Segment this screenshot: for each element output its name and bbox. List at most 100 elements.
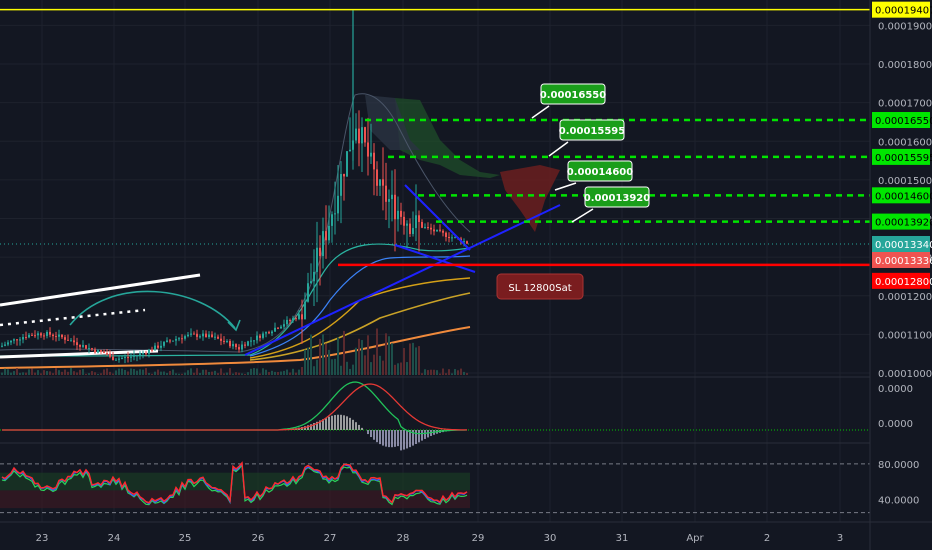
volume-bar	[1, 372, 3, 375]
volume-bar	[331, 359, 333, 375]
volume-bar	[445, 373, 447, 375]
volume-bar	[235, 372, 237, 375]
volume-bar	[313, 366, 315, 375]
volume-bar	[46, 371, 48, 375]
candle-body	[175, 338, 177, 341]
candle-body	[205, 333, 207, 338]
volume-bar	[433, 369, 435, 375]
candle-body	[1, 345, 3, 347]
candle-body	[31, 334, 33, 336]
candle-body	[130, 356, 132, 358]
volume-bar	[112, 373, 114, 375]
target-price-tag: 0.00014600	[875, 191, 932, 202]
volume-bar	[361, 340, 363, 375]
volume-bar	[310, 334, 312, 375]
candle-body	[379, 179, 381, 186]
date-tick-label: 2	[764, 533, 770, 544]
volume-bar	[85, 373, 87, 375]
volume-bar	[334, 358, 336, 375]
volume-bar	[70, 368, 72, 375]
candle-body	[16, 339, 18, 341]
candle-body	[427, 227, 429, 229]
volume-bar	[199, 373, 201, 375]
volume-bar	[217, 373, 219, 375]
volume-bar	[385, 333, 387, 375]
candle-body	[310, 281, 312, 284]
candle-body	[316, 247, 318, 272]
candle-body	[55, 336, 57, 338]
volume-bar	[427, 370, 429, 375]
candle-body	[79, 345, 81, 347]
volume-bar	[352, 364, 354, 375]
volume-bar	[319, 338, 321, 375]
volume-bar	[145, 368, 147, 375]
volume-bar	[220, 368, 222, 375]
volume-bar	[118, 368, 120, 375]
volume-bar	[304, 349, 306, 375]
target-bubble-label: 0.00013920	[584, 193, 650, 204]
candle-body	[367, 142, 369, 157]
trading-chart[interactable]: 0.00016550 0.00015595 0.00014600 0.00013920…	[0, 0, 932, 550]
volume-bar	[88, 373, 90, 375]
volume-bar	[391, 343, 393, 375]
volume-bar	[205, 369, 207, 375]
candle-body	[103, 351, 105, 354]
candle-body	[43, 335, 45, 337]
volume-bar	[328, 349, 330, 375]
target-price-tag: 0.00015595	[875, 153, 932, 164]
candle-body	[385, 185, 387, 202]
candle-body	[82, 345, 84, 347]
volume-bar	[379, 355, 381, 375]
candle-body	[388, 199, 390, 202]
candle-body	[280, 326, 282, 329]
candle-body	[307, 283, 309, 302]
candle-body	[106, 353, 108, 355]
candle-body	[232, 344, 234, 347]
volume-bar	[349, 368, 351, 375]
candle-body	[214, 336, 216, 338]
volume-bar	[271, 370, 273, 375]
candle-body	[262, 333, 264, 338]
volume-bar	[457, 370, 459, 375]
candle-body	[331, 214, 333, 226]
volume-bar	[160, 371, 162, 375]
volume-bar	[82, 369, 84, 375]
volume-bar	[406, 362, 408, 375]
volume-bar	[142, 369, 144, 375]
candle-body	[340, 174, 342, 196]
candle-body	[4, 344, 6, 346]
candle-body	[301, 314, 303, 320]
price-tick-label: 0.00012000	[878, 292, 932, 303]
volume-bar	[175, 373, 177, 375]
volume-bar	[7, 369, 9, 375]
candle-body	[70, 340, 72, 342]
volume-bar	[10, 372, 12, 375]
volume-bar	[97, 373, 99, 375]
candle-body	[73, 340, 75, 343]
candle-body	[121, 358, 123, 360]
volume-bar	[463, 371, 465, 375]
volume-bar	[157, 369, 159, 375]
volume-bar	[34, 372, 36, 375]
volume-bar	[430, 369, 432, 375]
ask-price-tag: 0.00013336	[875, 256, 932, 267]
candle-body	[67, 339, 69, 341]
candle-body	[433, 229, 435, 232]
stop-loss-box: SL 12800Sat	[496, 273, 584, 300]
candle-body	[88, 348, 90, 350]
candle-body	[253, 340, 255, 342]
candle-body	[442, 230, 444, 233]
volume-bar	[64, 369, 66, 375]
candle-body	[409, 223, 411, 234]
volume-bar	[292, 368, 294, 375]
candle-body	[268, 332, 270, 334]
volume-bar	[364, 355, 366, 375]
candle-body	[286, 319, 288, 325]
candle-body	[454, 237, 456, 239]
volume-bar	[67, 371, 69, 375]
price-tick-label: 0.00017000	[878, 99, 932, 110]
candle-body	[418, 215, 420, 222]
candle-body	[124, 357, 126, 359]
candle-body	[115, 359, 117, 361]
candle-body	[46, 331, 48, 336]
